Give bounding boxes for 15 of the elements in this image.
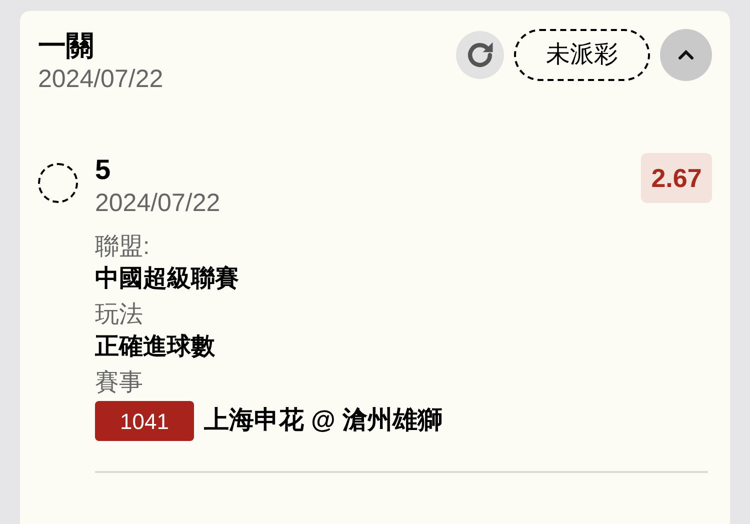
refresh-button[interactable] — [456, 31, 504, 79]
ticket-date: 2024/07/22 — [38, 64, 164, 95]
selection-name: 5 — [95, 153, 112, 187]
field-label: 聯盟: — [95, 232, 151, 262]
field-value: 中國超級聯賽 — [95, 264, 240, 294]
match-code-badge: 1041 — [95, 401, 194, 441]
field-label: 賽事 — [95, 368, 144, 398]
selection-date: 2024/07/22 — [95, 188, 220, 219]
field-label: 玩法 — [95, 300, 144, 330]
status-pill: 未派彩 — [514, 29, 650, 81]
field-value: 正確進球數 — [95, 332, 216, 362]
odds-badge: 2.67 — [641, 153, 712, 203]
ticket-title: 一關 — [38, 29, 95, 63]
collapse-button[interactable] — [660, 29, 712, 81]
match-teams: 上海申花 @ 滄州雄獅 — [204, 405, 442, 436]
